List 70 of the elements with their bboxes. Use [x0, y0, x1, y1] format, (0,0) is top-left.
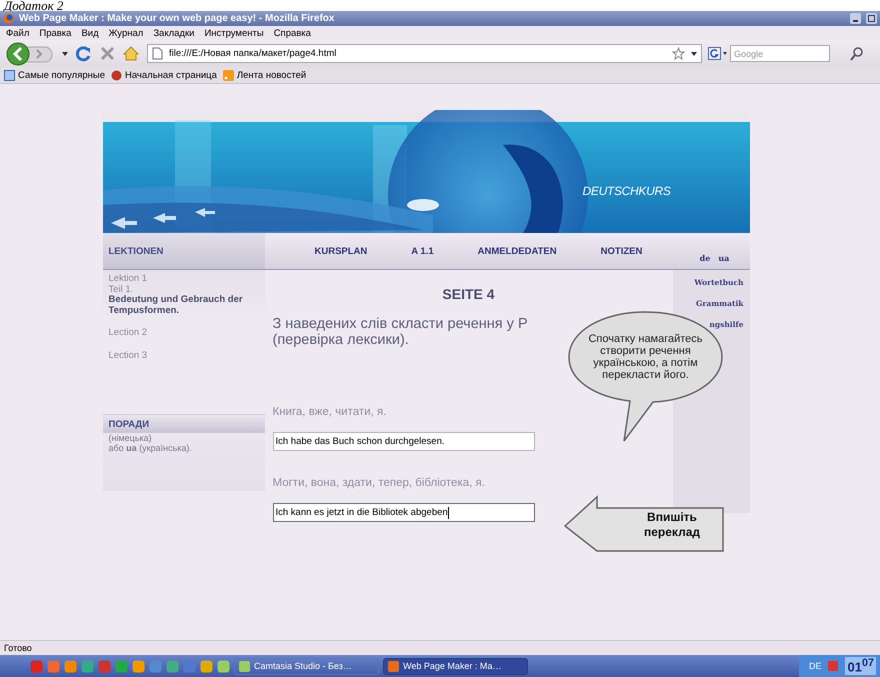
app-icon[interactable]	[183, 660, 196, 672]
section-heading: LEKTIONEN	[108, 246, 164, 256]
app-icon[interactable]	[47, 660, 60, 672]
menu-item[interactable]: Закладки	[153, 28, 194, 38]
dropdown-icon[interactable]	[62, 52, 68, 56]
callout-text: Впишіть переклад	[643, 510, 701, 540]
menu-item[interactable]: Справка	[274, 28, 311, 38]
star-icon[interactable]	[672, 47, 685, 60]
browser-logo-icon	[3, 13, 14, 24]
language-link[interactable]: de	[700, 253, 710, 263]
app-icon[interactable]	[115, 660, 128, 672]
taskbar-button[interactable]: Camtasia Studio - Без…	[234, 658, 379, 674]
nav-link[interactable]: A 1.1	[411, 246, 434, 256]
task-text: З наведених слів скласти речення у Р	[272, 316, 528, 332]
app-icon[interactable]	[64, 660, 77, 672]
home-icon[interactable]	[123, 46, 139, 61]
bookmark[interactable]: Лента новостей	[222, 70, 306, 80]
app-icon[interactable]	[149, 660, 162, 672]
answer-field[interactable]: Ich habe das Buch schon durchgelesen.	[272, 432, 534, 451]
menu-item[interactable]: Правка	[39, 28, 72, 38]
bookmark[interactable]: Начальная страница	[110, 70, 217, 80]
address-field[interactable]: file:///E:/Новая папка/макет/page4.html	[147, 44, 702, 63]
section-heading: ПОРАДИ	[108, 418, 150, 430]
tip-text: (німецька)	[108, 433, 153, 443]
minimize-button[interactable]	[850, 13, 861, 24]
task-text: (перевірка лексики).	[272, 332, 409, 348]
rss-icon	[222, 70, 234, 80]
app-icon[interactable]	[166, 660, 179, 672]
caption: Додаток 2	[2, 0, 64, 11]
exercise-prompt: Могти, вона, здати, тепер, бібліотека, я.	[272, 477, 486, 489]
page-title: SEITE 4	[441, 286, 496, 302]
page-icon	[152, 47, 163, 60]
app-icon[interactable]	[81, 660, 94, 672]
menu-item[interactable]: Вид	[81, 28, 99, 38]
tip-text: або ua (українська).	[108, 443, 193, 453]
reload-icon[interactable]	[76, 46, 92, 62]
app-icon	[239, 660, 250, 672]
search-icon[interactable]	[850, 46, 864, 60]
search-field[interactable]: Google	[730, 45, 830, 62]
language-indicator[interactable]: DE	[808, 661, 822, 671]
status-text: Готово	[4, 643, 32, 653]
taskbar-button[interactable]: Web Page Maker : Ма…	[383, 658, 528, 674]
app-icon[interactable]	[98, 660, 111, 672]
menu-item[interactable]: Журнал	[108, 28, 144, 38]
app-icon[interactable]	[30, 660, 43, 672]
nav-link[interactable]: KURSPLAN	[314, 246, 368, 256]
answer-field[interactable]: Ich kann es jetzt in die Bibliotek abgeben	[272, 503, 534, 522]
window-title: Web Page Maker : Make your own web page easy! - Mozilla Firefox	[19, 13, 336, 24]
back-button[interactable]	[6, 42, 54, 66]
site-title: DEUTSCHKURS	[582, 184, 671, 198]
bookmark[interactable]: Самые популярные	[4, 70, 105, 80]
app-icon	[388, 660, 399, 672]
search-engine-icon[interactable]	[708, 47, 728, 60]
lesson-link[interactable]: Bedeutung und Gebrauch der Tempusformen.	[108, 295, 258, 316]
app-icon[interactable]	[200, 660, 213, 672]
nav-link[interactable]: ANMELDEDATEN	[478, 246, 557, 256]
app-icon[interactable]	[217, 660, 230, 672]
menu-item[interactable]: Файл	[6, 28, 30, 38]
bubble-text: Спочатку намагайтесь створити речення українською, а потім перекласти його.	[587, 333, 704, 381]
nav-link[interactable]: NOTIZEN	[600, 246, 642, 256]
menu-item[interactable]: Инструменты	[204, 28, 264, 38]
stop-icon[interactable]	[100, 46, 115, 61]
maximize-button[interactable]	[866, 13, 877, 24]
clock: 01$^{07}$	[845, 657, 876, 675]
dropdown-icon[interactable]	[691, 52, 697, 56]
app-icon[interactable]	[132, 660, 145, 672]
exercise-prompt: Книга, вже, читати, я.	[272, 406, 388, 418]
language-link[interactable]: ua	[718, 253, 730, 263]
tray-icon[interactable]	[827, 660, 840, 672]
page-icon	[4, 70, 15, 80]
